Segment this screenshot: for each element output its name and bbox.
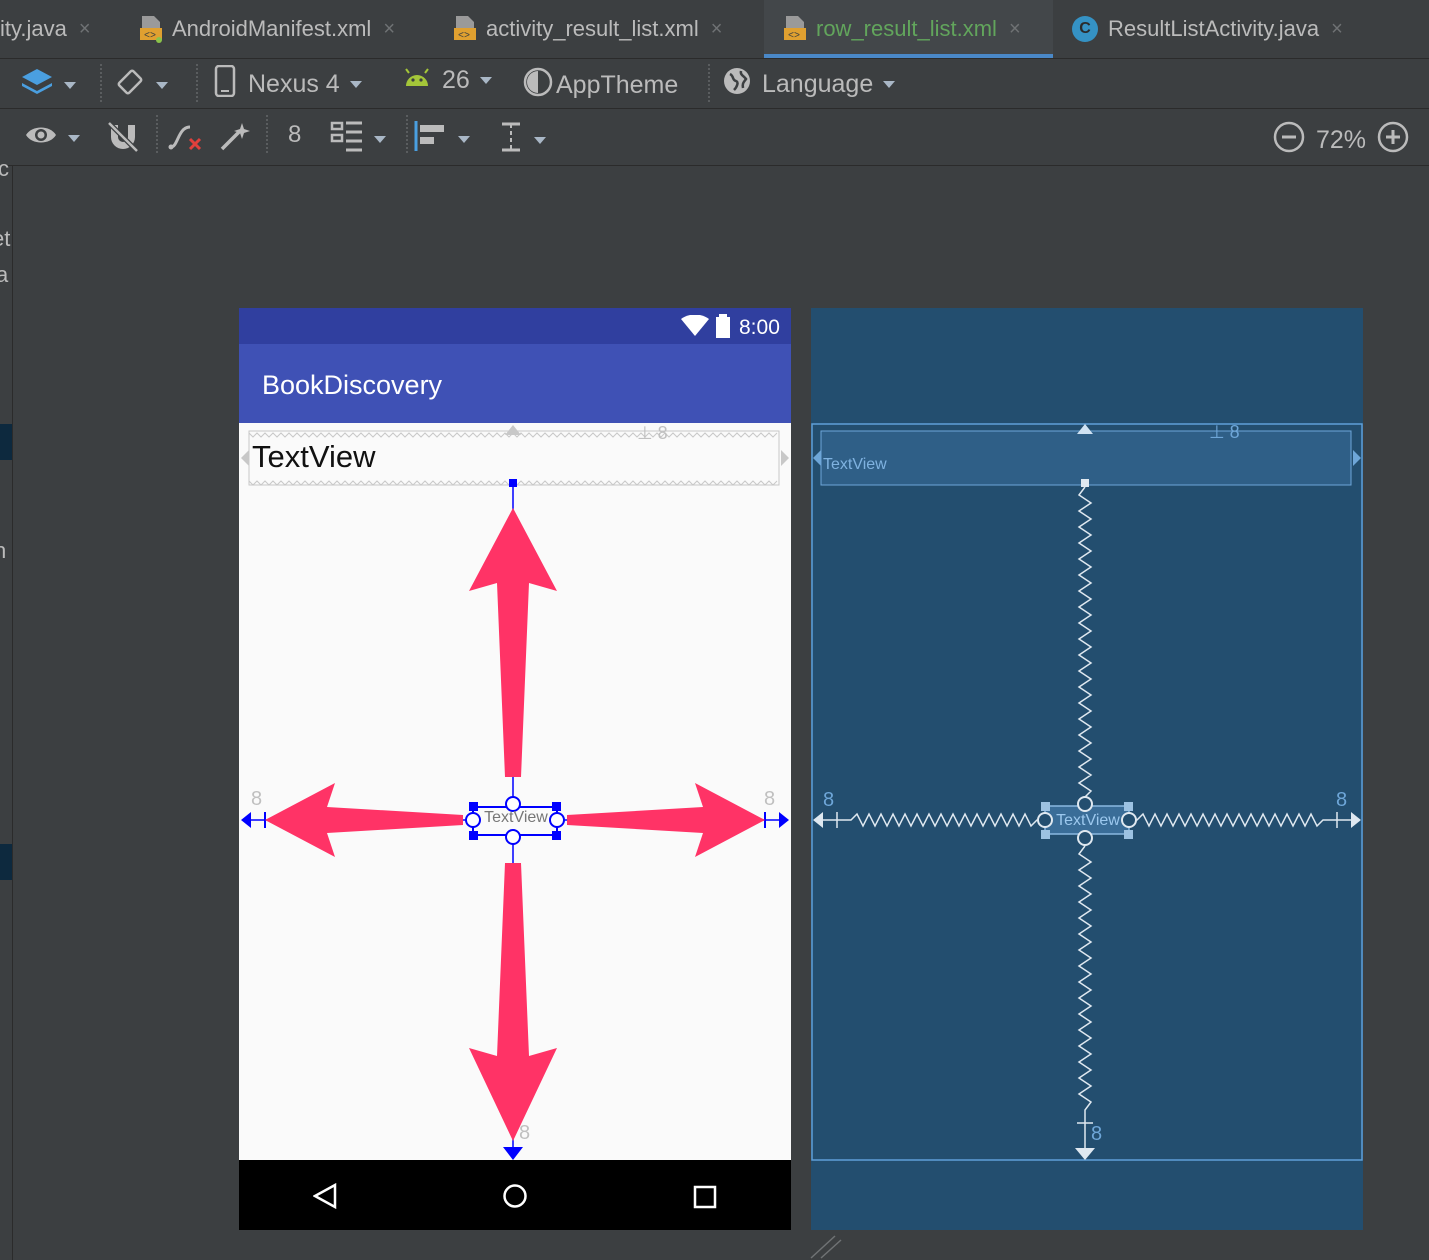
svg-text:<>: <> [788,31,800,42]
align-button[interactable] [414,121,470,158]
text-view-top[interactable]: TextView [252,439,376,475]
pack-icon [330,119,364,160]
view-options-button[interactable] [24,122,80,155]
blueprint-text-view-center[interactable]: TextView [1051,812,1125,834]
close-icon[interactable]: × [1331,18,1343,41]
app-title: BookDiscovery [262,370,443,400]
tab-label: row_result_list.xml [816,16,997,41]
wifi-icon [681,315,709,336]
panel-fragment: et [0,226,11,251]
rotate-device-icon [114,66,146,105]
tab-activity-java[interactable]: ity.java × [0,0,91,58]
svg-text:8: 8 [764,788,775,810]
design-surface-button[interactable] [20,66,76,105]
magnet-off-icon [106,121,140,160]
panel-selection [0,424,12,460]
magic-wand-icon [218,121,252,160]
phone-icon [214,64,236,104]
clear-constraints-icon [168,121,204,160]
svg-text:8: 8 [1336,789,1347,811]
infer-constraints-button[interactable] [218,121,252,160]
eye-icon [24,122,58,155]
guidelines-button[interactable] [498,121,546,160]
blueprint-overlay: ⊥ 8 8 8 8 [811,422,1363,1161]
constraint-toolbar: 8 72% [0,109,1429,166]
design-toolbar: Nexus 4 26 AppTheme Language [0,58,1429,109]
layout-content[interactable]: ⊥ 8 8 8 8 TextView TextView [239,423,791,1160]
tab-label: AndroidManifest.xml [172,16,372,41]
pack-button[interactable] [330,119,386,160]
svg-text:8: 8 [823,789,834,811]
recents-icon [693,1185,717,1209]
globe-icon [722,66,752,103]
device-selector[interactable]: Nexus 4 [214,64,362,104]
status-time: 8:00 [739,316,780,339]
svg-text:8: 8 [251,788,262,810]
text-view-center[interactable]: TextView [479,809,553,831]
xml-file-icon: <> [452,14,478,44]
java-class-icon: C [1072,16,1098,42]
orientation-button[interactable] [114,66,168,105]
status-bar: 8:00 [239,308,791,344]
tab-result-list-activity[interactable]: C ResultListActivity.java × [1072,0,1343,58]
guideline-icon [498,121,524,160]
design-preview: 8:00 BookDiscovery ⊥ 8 8 8 8 TextView Te… [239,308,791,1230]
theme-name: AppTheme [556,71,679,99]
panel-selection [0,844,12,880]
tab-label: activity_result_list.xml [486,16,699,41]
default-margin-button[interactable]: 8 [288,121,301,149]
navigation-bar [239,1160,791,1230]
svg-text:⊥ 8: ⊥ 8 [637,423,668,443]
language-label: Language [762,70,874,98]
tab-android-manifest[interactable]: <> AndroidManifest.xml × [138,0,395,58]
clear-constraints-button[interactable] [168,121,204,160]
zoom-controls: 72% [1272,120,1410,161]
close-icon[interactable]: × [79,18,91,41]
blueprint-preview: ⊥ 8 8 8 8 TextView TextView [811,308,1363,1230]
tab-label: ity.java [0,16,67,41]
tab-row-result-list[interactable]: <> row_result_list.xml × [764,0,1053,58]
svg-text:<>: <> [144,31,156,42]
panel-fragment: c [0,156,9,181]
app-bar: BookDiscovery [239,344,791,423]
theme-selector[interactable]: AppTheme [522,66,678,105]
resize-handle-icon[interactable] [809,1232,849,1260]
zoom-level: 72% [1316,126,1367,154]
api-level-selector[interactable]: 26 [404,66,492,95]
zoom-out-icon[interactable] [1272,120,1306,161]
theme-icon [522,66,554,105]
left-panel-edge: c et a n [0,156,13,1260]
tab-label: ResultListActivity.java [1108,16,1320,41]
panel-fragment: n [0,538,7,563]
zoom-in-icon[interactable] [1376,120,1410,161]
xml-file-icon: <> [138,14,164,44]
svg-text:⊥ 8: ⊥ 8 [1209,422,1240,442]
close-icon[interactable]: × [1009,18,1021,41]
constraint-overlay: ⊥ 8 8 8 8 [241,423,789,1160]
svg-text:8: 8 [519,1122,530,1144]
android-icon [404,66,430,95]
device-name: Nexus 4 [248,70,340,98]
align-left-icon [414,121,448,158]
default-margin-value: 8 [288,121,302,148]
close-icon[interactable]: × [711,18,723,41]
tab-activity-result-list[interactable]: <> activity_result_list.xml × [452,0,722,58]
back-icon [313,1183,337,1209]
editor-tab-bar: ity.java × <> AndroidManifest.xml × <> a… [0,0,1429,59]
language-selector[interactable]: Language [722,66,896,103]
xml-file-icon: <> [782,14,808,44]
panel-fragment: a [0,262,9,287]
svg-text:8: 8 [1091,1123,1102,1145]
layers-icon [20,66,54,105]
battery-icon [716,314,730,338]
blueprint-text-view-top[interactable]: TextView [823,456,887,474]
autoconnect-toggle[interactable] [106,121,140,160]
svg-text:<>: <> [458,31,470,42]
home-icon [503,1184,527,1208]
close-icon[interactable]: × [383,18,395,41]
api-level: 26 [442,66,470,94]
